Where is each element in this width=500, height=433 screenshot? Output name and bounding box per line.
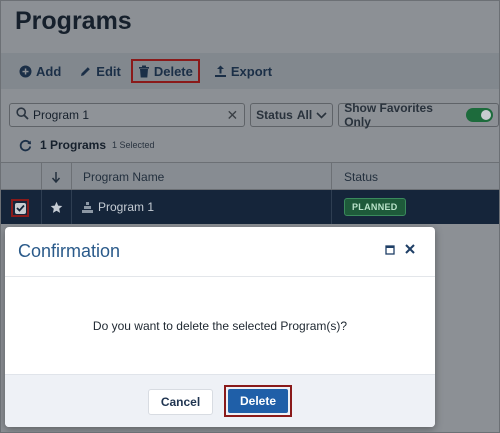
dialog-message: Do you want to delete the selected Progr… — [92, 319, 348, 333]
favorites-switch[interactable] — [465, 108, 493, 122]
column-divider — [71, 190, 72, 224]
edit-label: Edit — [96, 63, 121, 79]
dialog-footer: Cancel Delete — [5, 374, 435, 427]
export-label: Export — [230, 63, 273, 79]
program-name-cell[interactable]: Program 1 — [98, 190, 154, 224]
row-checkbox[interactable] — [11, 199, 29, 217]
status-filter-label: Status — [256, 108, 293, 122]
add-button[interactable]: Add — [15, 59, 65, 83]
delete-button[interactable]: Delete — [130, 59, 200, 83]
status-badge: PLANNED — [344, 198, 406, 216]
star-icon[interactable] — [50, 190, 63, 224]
trash-icon — [138, 65, 150, 78]
edit-button[interactable]: Edit — [75, 59, 125, 83]
plus-circle-icon — [19, 65, 32, 78]
status-cell: PLANNED — [344, 190, 406, 224]
program-icon — [81, 190, 94, 224]
chevron-down-icon — [316, 111, 327, 119]
table-header: Program Name Status — [1, 162, 499, 190]
results-count: 1 Programs — [40, 138, 107, 152]
toolbar: Add Edit Delete Export — [1, 53, 499, 89]
table-row[interactable]: Program 1 PLANNED — [1, 190, 499, 224]
search-input[interactable]: Program 1 ✕ — [9, 103, 246, 127]
selected-count: 1 Selected — [112, 140, 155, 150]
column-divider — [41, 163, 42, 189]
page-title: Programs — [15, 7, 132, 35]
confirm-delete-highlight: Delete — [224, 385, 292, 417]
column-divider — [41, 190, 42, 224]
dialog-body: Do you want to delete the selected Progr… — [5, 278, 435, 374]
refresh-icon[interactable] — [19, 139, 32, 152]
favorites-label: Show Favorites Only — [344, 101, 433, 129]
search-icon — [16, 107, 29, 123]
favorites-toggle[interactable]: Show Favorites Only — [338, 101, 499, 129]
column-header-program-name[interactable]: Program Name — [83, 163, 164, 190]
sort-arrow-icon[interactable] — [51, 163, 61, 190]
column-divider — [71, 163, 72, 189]
column-header-status[interactable]: Status — [344, 163, 378, 190]
pencil-icon — [79, 65, 92, 78]
add-label: Add — [36, 63, 62, 79]
search-value: Program 1 — [33, 108, 90, 122]
status-filter-select[interactable]: Status All — [250, 103, 334, 127]
export-button[interactable]: Export — [210, 59, 276, 83]
filter-bar: Program 1 ✕ Status All Show Favorites On… — [9, 101, 499, 129]
confirmation-dialog: Confirmation Do you want to delete the s… — [5, 227, 435, 427]
check-icon — [14, 202, 26, 214]
close-icon[interactable] — [404, 243, 416, 255]
results-summary: 1 Programs 1 Selected — [19, 138, 155, 152]
status-filter-value: All — [296, 108, 313, 122]
column-divider — [331, 163, 332, 189]
column-divider — [331, 190, 332, 224]
app-window: Programs Add Edit Delete Export Program … — [0, 0, 500, 433]
clear-icon[interactable]: ✕ — [226, 107, 238, 124]
confirm-delete-button[interactable]: Delete — [228, 389, 288, 413]
dialog-title: Confirmation — [18, 241, 121, 261]
delete-label: Delete — [153, 63, 193, 79]
dialog-header: Confirmation — [5, 227, 435, 277]
export-icon — [214, 65, 227, 78]
cancel-button[interactable]: Cancel — [148, 389, 213, 415]
maximize-icon[interactable] — [385, 245, 395, 255]
